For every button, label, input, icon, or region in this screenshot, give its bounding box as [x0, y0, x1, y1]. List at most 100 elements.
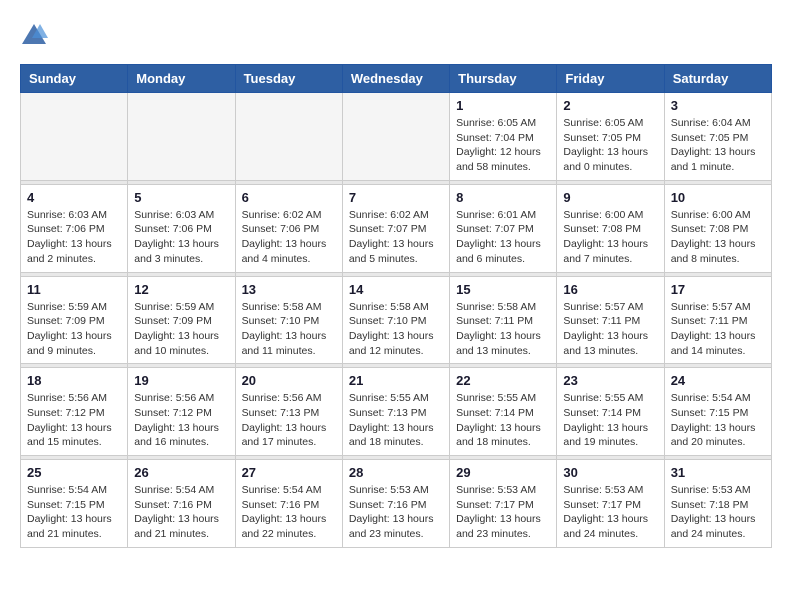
day-number: 30 — [563, 465, 657, 480]
day-number: 27 — [242, 465, 336, 480]
day-number: 19 — [134, 373, 228, 388]
calendar-cell: 18 Sunrise: 5:56 AM Sunset: 7:12 PM Dayli… — [21, 368, 128, 456]
day-info: Sunrise: 6:01 AM Sunset: 7:07 PM Dayligh… — [456, 208, 550, 267]
day-info: Sunrise: 5:53 AM Sunset: 7:16 PM Dayligh… — [349, 483, 443, 542]
day-info: Sunrise: 6:00 AM Sunset: 7:08 PM Dayligh… — [563, 208, 657, 267]
day-info: Sunrise: 6:05 AM Sunset: 7:05 PM Dayligh… — [563, 116, 657, 175]
calendar-cell: 1Sunrise: 6:05 AM Sunset: 7:04 PM Daylig… — [450, 93, 557, 181]
calendar-table: SundayMondayTuesdayWednesdayThursdayFrid… — [20, 64, 772, 548]
logo — [20, 20, 50, 48]
day-info: Sunrise: 5:56 AM Sunset: 7:13 PM Dayligh… — [242, 391, 336, 450]
day-info: Sunrise: 6:02 AM Sunset: 7:07 PM Dayligh… — [349, 208, 443, 267]
day-number: 8 — [456, 190, 550, 205]
calendar-cell: 30 Sunrise: 5:53 AM Sunset: 7:17 PM Dayli… — [557, 460, 664, 548]
day-info: Sunrise: 5:54 AM Sunset: 7:15 PM Dayligh… — [671, 391, 765, 450]
day-number: 15 — [456, 282, 550, 297]
day-number: 4 — [27, 190, 121, 205]
calendar-cell: 11Sunrise: 5:59 AM Sunset: 7:09 PM Dayli… — [21, 276, 128, 364]
day-info: Sunrise: 5:54 AM Sunset: 7:16 PM Dayligh… — [242, 483, 336, 542]
calendar-week-0: 1Sunrise: 6:05 AM Sunset: 7:04 PM Daylig… — [21, 93, 772, 181]
calendar-cell: 16 Sunrise: 5:57 AM Sunset: 7:11 PM Dayli… — [557, 276, 664, 364]
calendar-cell — [21, 93, 128, 181]
day-number: 5 — [134, 190, 228, 205]
col-header-thursday: Thursday — [450, 65, 557, 93]
day-info: Sunrise: 5:55 AM Sunset: 7:14 PM Dayligh… — [456, 391, 550, 450]
day-number: 22 — [456, 373, 550, 388]
day-info: Sunrise: 6:03 AM Sunset: 7:06 PM Dayligh… — [27, 208, 121, 267]
calendar-cell: 3 Sunrise: 6:04 AM Sunset: 7:05 PM Daylig… — [664, 93, 771, 181]
calendar-cell: 31 Sunrise: 5:53 AM Sunset: 7:18 PM Dayli… — [664, 460, 771, 548]
col-header-wednesday: Wednesday — [342, 65, 449, 93]
day-number: 25 — [27, 465, 121, 480]
calendar-cell: 8 Sunrise: 6:01 AM Sunset: 7:07 PM Daylig… — [450, 184, 557, 272]
logo-icon — [20, 20, 48, 48]
calendar-cell — [128, 93, 235, 181]
calendar-cell: 20Sunrise: 5:56 AM Sunset: 7:13 PM Dayli… — [235, 368, 342, 456]
day-info: Sunrise: 5:53 AM Sunset: 7:17 PM Dayligh… — [456, 483, 550, 542]
day-info: Sunrise: 5:59 AM Sunset: 7:09 PM Dayligh… — [134, 300, 228, 359]
day-info: Sunrise: 5:56 AM Sunset: 7:12 PM Dayligh… — [27, 391, 121, 450]
calendar-cell: 10 Sunrise: 6:00 AM Sunset: 7:08 PM Dayli… — [664, 184, 771, 272]
day-number: 31 — [671, 465, 765, 480]
calendar-cell — [342, 93, 449, 181]
day-info: Sunrise: 5:58 AM Sunset: 7:11 PM Dayligh… — [456, 300, 550, 359]
day-number: 16 — [563, 282, 657, 297]
day-info: Sunrise: 5:58 AM Sunset: 7:10 PM Dayligh… — [349, 300, 443, 359]
day-info: Sunrise: 5:55 AM Sunset: 7:13 PM Dayligh… — [349, 391, 443, 450]
day-number: 24 — [671, 373, 765, 388]
day-number: 12 — [134, 282, 228, 297]
day-info: Sunrise: 5:57 AM Sunset: 7:11 PM Dayligh… — [671, 300, 765, 359]
col-header-sunday: Sunday — [21, 65, 128, 93]
calendar-cell: 23 Sunrise: 5:55 AM Sunset: 7:14 PM Dayli… — [557, 368, 664, 456]
day-info: Sunrise: 5:55 AM Sunset: 7:14 PM Dayligh… — [563, 391, 657, 450]
calendar-cell: 29 Sunrise: 5:53 AM Sunset: 7:17 PM Dayli… — [450, 460, 557, 548]
day-info: Sunrise: 5:53 AM Sunset: 7:17 PM Dayligh… — [563, 483, 657, 542]
calendar-week-4: 25 Sunrise: 5:54 AM Sunset: 7:15 PM Dayli… — [21, 460, 772, 548]
day-info: Sunrise: 5:56 AM Sunset: 7:12 PM Dayligh… — [134, 391, 228, 450]
calendar-cell: 28 Sunrise: 5:53 AM Sunset: 7:16 PM Dayli… — [342, 460, 449, 548]
day-number: 26 — [134, 465, 228, 480]
day-number: 7 — [349, 190, 443, 205]
calendar-cell: 4 Sunrise: 6:03 AM Sunset: 7:06 PM Daylig… — [21, 184, 128, 272]
calendar-cell: 17Sunrise: 5:57 AM Sunset: 7:11 PM Dayli… — [664, 276, 771, 364]
day-number: 1 — [456, 98, 550, 113]
day-number: 18 — [27, 373, 121, 388]
calendar-cell: 12 Sunrise: 5:59 AM Sunset: 7:09 PM Dayli… — [128, 276, 235, 364]
calendar-cell: 21 Sunrise: 5:55 AM Sunset: 7:13 PM Dayli… — [342, 368, 449, 456]
day-info: Sunrise: 6:03 AM Sunset: 7:06 PM Dayligh… — [134, 208, 228, 267]
calendar-cell: 5 Sunrise: 6:03 AM Sunset: 7:06 PM Daylig… — [128, 184, 235, 272]
day-number: 9 — [563, 190, 657, 205]
day-number: 10 — [671, 190, 765, 205]
day-number: 29 — [456, 465, 550, 480]
calendar-cell: 26Sunrise: 5:54 AM Sunset: 7:16 PM Dayli… — [128, 460, 235, 548]
calendar-cell: 7 Sunrise: 6:02 AM Sunset: 7:07 PM Daylig… — [342, 184, 449, 272]
col-header-monday: Monday — [128, 65, 235, 93]
calendar-header-row: SundayMondayTuesdayWednesdayThursdayFrid… — [21, 65, 772, 93]
calendar-cell: 13Sunrise: 5:58 AM Sunset: 7:10 PM Dayli… — [235, 276, 342, 364]
page-header — [20, 20, 772, 48]
day-info: Sunrise: 5:53 AM Sunset: 7:18 PM Dayligh… — [671, 483, 765, 542]
day-info: Sunrise: 6:04 AM Sunset: 7:05 PM Dayligh… — [671, 116, 765, 175]
day-number: 21 — [349, 373, 443, 388]
col-header-friday: Friday — [557, 65, 664, 93]
day-number: 3 — [671, 98, 765, 113]
calendar-cell: 6 Sunrise: 6:02 AM Sunset: 7:06 PM Daylig… — [235, 184, 342, 272]
day-info: Sunrise: 5:54 AM Sunset: 7:15 PM Dayligh… — [27, 483, 121, 542]
calendar-cell: 25 Sunrise: 5:54 AM Sunset: 7:15 PM Dayli… — [21, 460, 128, 548]
day-info: Sunrise: 5:59 AM Sunset: 7:09 PM Dayligh… — [27, 300, 121, 359]
calendar-week-2: 11Sunrise: 5:59 AM Sunset: 7:09 PM Dayli… — [21, 276, 772, 364]
col-header-saturday: Saturday — [664, 65, 771, 93]
calendar-cell: 27 Sunrise: 5:54 AM Sunset: 7:16 PM Dayli… — [235, 460, 342, 548]
day-info: Sunrise: 5:58 AM Sunset: 7:10 PM Dayligh… — [242, 300, 336, 359]
day-number: 6 — [242, 190, 336, 205]
day-number: 14 — [349, 282, 443, 297]
calendar-cell: 2Sunrise: 6:05 AM Sunset: 7:05 PM Daylig… — [557, 93, 664, 181]
calendar-cell: 14 Sunrise: 5:58 AM Sunset: 7:10 PM Dayli… — [342, 276, 449, 364]
col-header-tuesday: Tuesday — [235, 65, 342, 93]
day-number: 23 — [563, 373, 657, 388]
day-info: Sunrise: 6:00 AM Sunset: 7:08 PM Dayligh… — [671, 208, 765, 267]
calendar-cell: 15 Sunrise: 5:58 AM Sunset: 7:11 PM Dayli… — [450, 276, 557, 364]
day-number: 28 — [349, 465, 443, 480]
day-info: Sunrise: 5:57 AM Sunset: 7:11 PM Dayligh… — [563, 300, 657, 359]
day-info: Sunrise: 6:02 AM Sunset: 7:06 PM Dayligh… — [242, 208, 336, 267]
